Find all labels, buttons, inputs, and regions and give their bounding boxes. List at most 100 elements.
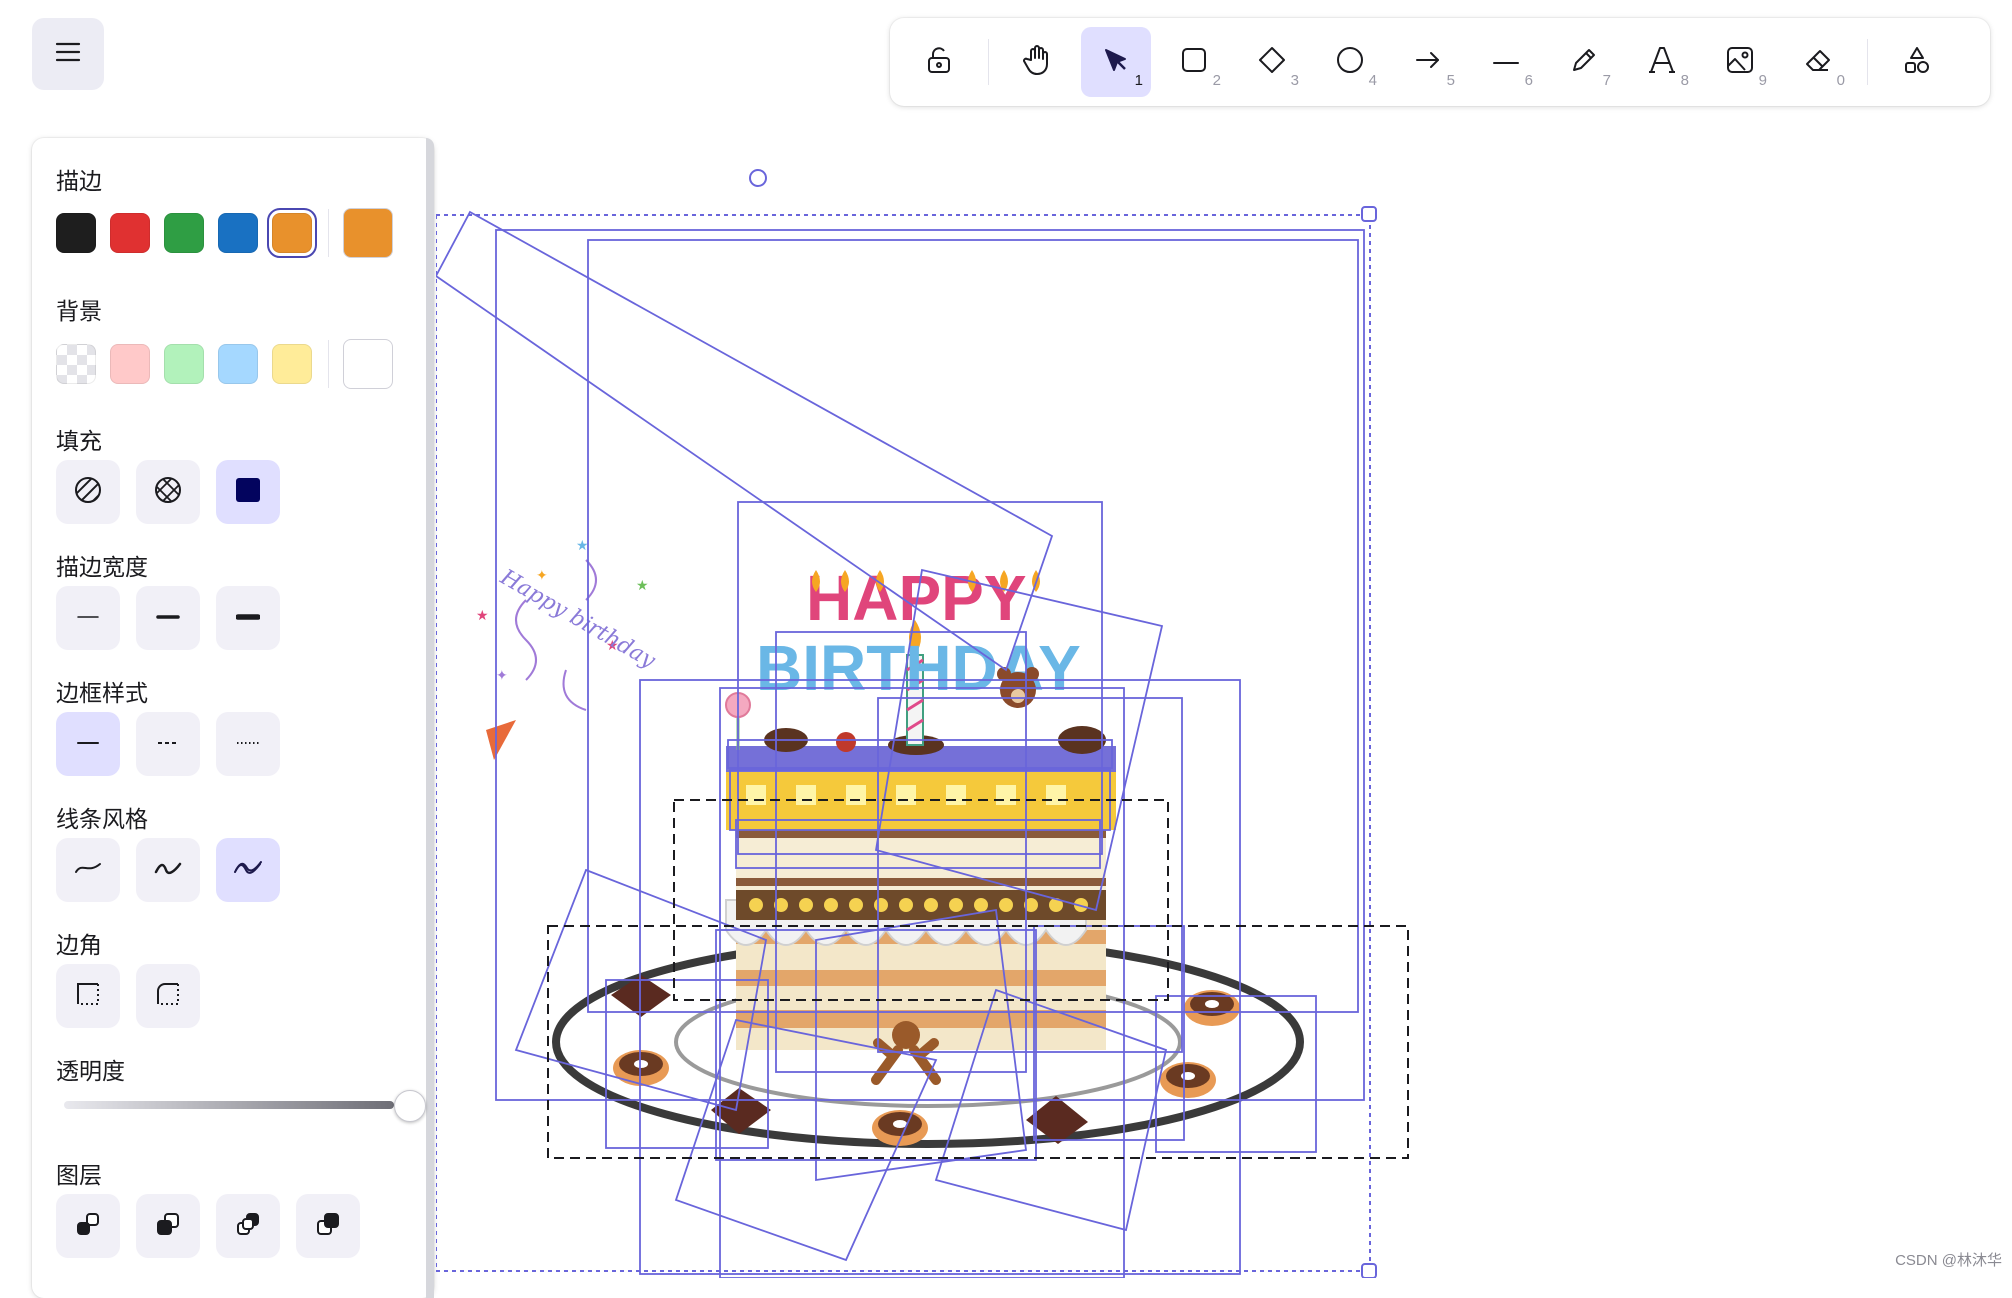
- shortcut-key: 3: [1290, 72, 1299, 89]
- stroke-swatch-green[interactable]: [164, 213, 204, 253]
- lock-icon: [925, 45, 953, 80]
- diamond-icon: [1258, 46, 1286, 79]
- donut: [1160, 1062, 1216, 1098]
- background-swatch-yellow[interactable]: [272, 344, 312, 384]
- sloppiness-options: [56, 838, 296, 902]
- tool-eraser[interactable]: 0: [1783, 27, 1853, 97]
- swatch-divider: [328, 209, 329, 257]
- fill-solid-button[interactable]: [216, 460, 280, 524]
- tool-arrow[interactable]: 5: [1393, 27, 1463, 97]
- birthday-cake: [725, 726, 1116, 1050]
- tool-image[interactable]: 9: [1705, 27, 1775, 97]
- stroke-width-section-title: 描边宽度: [56, 554, 148, 580]
- tool-more-shapes[interactable]: [1882, 27, 1952, 97]
- properties-panel: 描边 背景 填充 描边宽度 边框样式 线条风格 边角 透明度 图层: [32, 138, 434, 1298]
- pointer-arrow-icon: [1103, 47, 1129, 78]
- shortcut-key: 6: [1524, 72, 1533, 89]
- layer-options: [56, 1194, 376, 1258]
- pencil-icon: [1570, 46, 1598, 79]
- stroke-swatch-orange[interactable]: [267, 208, 317, 258]
- opacity-slider-track[interactable]: [64, 1101, 394, 1109]
- tool-draw[interactable]: 7: [1549, 27, 1619, 97]
- shortcut-key: 0: [1836, 72, 1845, 89]
- svg-text:★: ★: [476, 608, 489, 624]
- fill-hachure-button[interactable]: [56, 460, 120, 524]
- bring-to-front-button[interactable]: [296, 1194, 360, 1258]
- rectangle-icon: [1181, 47, 1207, 78]
- thin-line-icon: [76, 609, 100, 627]
- edges-options: [56, 964, 216, 1028]
- bring-forward-button[interactable]: [216, 1194, 280, 1258]
- background-swatch-light-green[interactable]: [164, 344, 204, 384]
- stroke-swatch-black[interactable]: [56, 213, 96, 253]
- shortcut-key: 8: [1680, 72, 1689, 89]
- stroke-width-bold-button[interactable]: [136, 586, 200, 650]
- stroke-style-dotted-button[interactable]: [216, 712, 280, 776]
- sharp-corner-icon: [75, 981, 101, 1012]
- edges-section-title: 边角: [56, 932, 102, 958]
- sloppiness-artist-button[interactable]: [136, 838, 200, 902]
- wavy-curve-icon: [154, 860, 182, 881]
- tool-ellipse[interactable]: 4: [1315, 27, 1385, 97]
- eraser-icon: [1804, 46, 1832, 79]
- donut: [613, 1050, 669, 1086]
- tool-lock[interactable]: [904, 27, 974, 97]
- sloppiness-architect-button[interactable]: [56, 838, 120, 902]
- background-swatch-light-blue[interactable]: [218, 344, 258, 384]
- stroke-style-solid-button[interactable]: [56, 712, 120, 776]
- dashed-line-icon: [156, 735, 180, 753]
- tool-hand[interactable]: [1003, 27, 1073, 97]
- opacity-section-title: 透明度: [56, 1058, 125, 1084]
- tool-selection[interactable]: 1: [1081, 27, 1151, 97]
- fill-section-title: 填充: [56, 428, 102, 454]
- stroke-width-options: [56, 586, 296, 650]
- send-to-back-button[interactable]: [56, 1194, 120, 1258]
- panel-scrollbar[interactable]: [426, 138, 434, 1298]
- tool-rectangle[interactable]: 2: [1159, 27, 1229, 97]
- swatch-divider: [328, 340, 329, 388]
- stroke-section-title: 描边: [56, 168, 102, 194]
- stroke-swatch-red[interactable]: [110, 213, 150, 253]
- cake-text-happy: HAPPY: [806, 562, 1027, 634]
- fill-cross-hatch-button[interactable]: [136, 460, 200, 524]
- bold-line-icon: [156, 609, 180, 627]
- drawing-canvas[interactable]: HAPPY BIRTHDAY ★★ ✦★ ✦★ Happy birthday: [436, 150, 1436, 1278]
- background-current-color[interactable]: [343, 339, 393, 389]
- hand-icon: [1023, 44, 1053, 81]
- edges-sharp-button[interactable]: [56, 964, 120, 1028]
- stroke-width-thin-button[interactable]: [56, 586, 120, 650]
- stroke-swatch-blue[interactable]: [218, 213, 258, 253]
- extra-bold-line-icon: [235, 609, 261, 627]
- stroke-current-color[interactable]: [343, 208, 393, 258]
- stroke-style-dashed-button[interactable]: [136, 712, 200, 776]
- tool-line[interactable]: 6: [1471, 27, 1541, 97]
- dotted-line-icon: [235, 735, 261, 753]
- cross-hatch-icon: [154, 476, 182, 509]
- background-swatch-transparent[interactable]: [56, 344, 96, 384]
- svg-text:✦: ✦: [496, 668, 508, 684]
- main-menu-button[interactable]: [32, 18, 104, 90]
- resize-handle-bottom-right: [1361, 1263, 1377, 1278]
- opacity-slider-thumb[interactable]: [394, 1090, 426, 1122]
- send-backward-button[interactable]: [136, 1194, 200, 1258]
- tool-diamond[interactable]: 3: [1237, 27, 1307, 97]
- tool-text[interactable]: 8: [1627, 27, 1697, 97]
- sloppiness-section-title: 线条风格: [56, 806, 148, 832]
- stroke-style-options: [56, 712, 296, 776]
- fill-options: [56, 460, 296, 524]
- svg-text:★: ★: [576, 538, 589, 554]
- sloppiness-cartoonist-button[interactable]: [216, 838, 280, 902]
- arrow-right-icon: [1414, 50, 1442, 75]
- send-backward-icon: [154, 1210, 182, 1243]
- edges-round-button[interactable]: [136, 964, 200, 1028]
- hachure-icon: [74, 476, 102, 509]
- svg-text:★: ★: [636, 578, 649, 594]
- background-swatch-pink[interactable]: [110, 344, 150, 384]
- layers-section-title: 图层: [56, 1162, 102, 1188]
- line-icon: [1492, 53, 1520, 71]
- round-corner-icon: [155, 981, 181, 1012]
- background-color-row: [56, 339, 393, 389]
- watermark: CSDN @林沐华: [1895, 1252, 2002, 1269]
- send-to-back-icon: [74, 1210, 102, 1243]
- stroke-width-extra-bold-button[interactable]: [216, 586, 280, 650]
